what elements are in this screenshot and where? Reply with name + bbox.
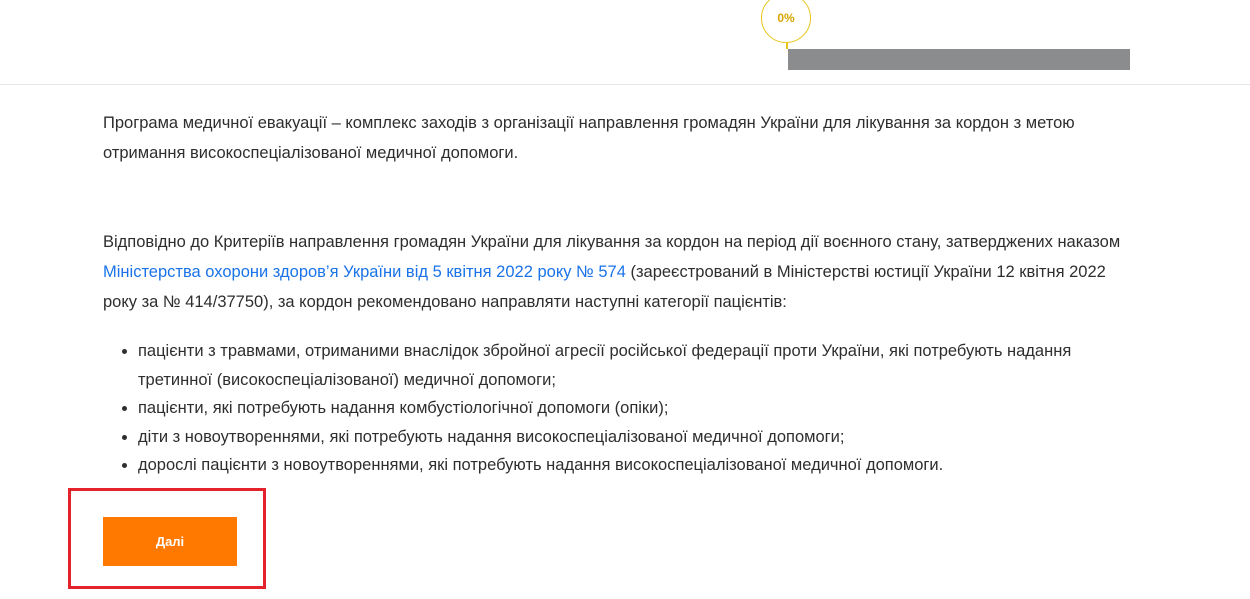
list-item: пацієнти з травмами, отриманими внаслідо…	[138, 337, 1133, 394]
page: 0% Програма медичної евакуації – комплек…	[0, 0, 1250, 599]
progress-bar	[788, 49, 1130, 70]
order-574-link[interactable]: Міністерства охорони здоров’я України ві…	[103, 263, 626, 281]
intro-paragraph: Програма медичної евакуації – комплекс з…	[103, 114, 1075, 162]
main-content: Програма медичної евакуації – комплекс з…	[103, 108, 1133, 480]
criteria-paragraph: Відповідно до Критеріїв направлення гром…	[103, 227, 1133, 317]
header: 0%	[0, 0, 1250, 85]
progress-indicator: 0%	[761, 0, 811, 43]
next-button[interactable]: Далі	[103, 517, 237, 566]
list-item: пацієнти, які потребують надання комбуст…	[138, 394, 1133, 423]
list-item: дорослі пацієнти з новоутвореннями, які …	[138, 451, 1133, 480]
patient-categories-list: пацієнти з травмами, отриманими внаслідо…	[103, 337, 1133, 480]
progress-percent-label: 0%	[777, 11, 795, 25]
criteria-text-before: Відповідно до Критеріїв направлення гром…	[103, 233, 1121, 251]
list-item: діти з новоутвореннями, які потребують н…	[138, 423, 1133, 452]
